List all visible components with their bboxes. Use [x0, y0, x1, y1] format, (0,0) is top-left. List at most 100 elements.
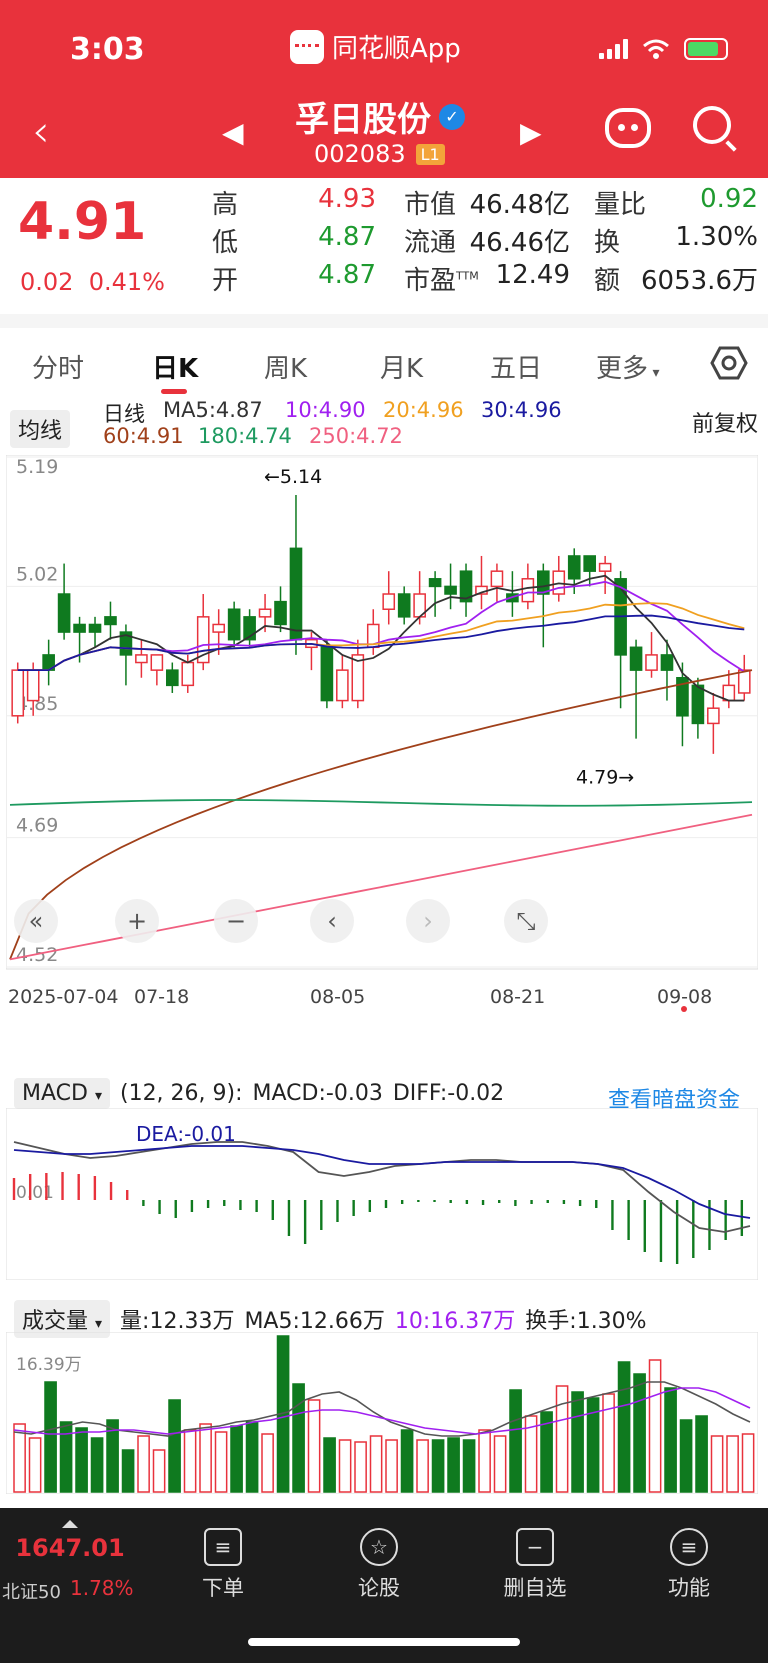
section-divider	[0, 314, 768, 328]
candle-body	[490, 570, 504, 588]
tab-more[interactable]: 更多 ▾	[596, 348, 660, 385]
ma60-label: 60:4.91	[103, 424, 184, 448]
open-row: 开 4.87	[212, 260, 376, 297]
candle-body	[707, 707, 720, 725]
macd-frame	[6, 1108, 758, 1280]
volume-bar	[431, 1439, 445, 1493]
candle-body	[521, 578, 535, 603]
candle-body	[598, 562, 612, 572]
low-annotation: 4.79→	[576, 766, 634, 788]
tab-monthly-k[interactable]: 月K	[380, 348, 423, 385]
x-tick-label: 09-08	[657, 986, 712, 1008]
x-tick-label: 2025-07-04	[8, 986, 118, 1008]
candle-body	[397, 593, 411, 618]
amount-label: 额	[594, 266, 621, 296]
chart-control-icon: ›	[423, 907, 433, 935]
index-name: 北证50	[2, 1582, 61, 1603]
volume-bar	[679, 1419, 693, 1493]
volume-value: 量:12.33万	[120, 1309, 235, 1334]
stock-title: 孚日股份 ✓	[295, 92, 465, 141]
order-label: 下单	[202, 1576, 244, 1600]
macd-chart[interactable]: 0.01	[6, 1108, 758, 1280]
volume-chart[interactable]: 16.39万	[6, 1332, 758, 1494]
candle-body	[382, 593, 396, 610]
open-label: 开	[212, 266, 239, 296]
candle-body	[629, 646, 643, 671]
index-widget[interactable]: 1647.01 北证50 1.78%	[0, 1520, 140, 1603]
volume-bar	[199, 1423, 212, 1493]
candle-body	[135, 654, 148, 664]
change-percent: 0.41%	[88, 268, 165, 296]
ma-selector-button[interactable]: 均线	[10, 410, 71, 448]
amount-row: 额 6053.6万	[594, 260, 758, 297]
volume-bar	[648, 1359, 662, 1493]
y-tick-label: 5.02	[16, 563, 58, 585]
status-time: 3:03	[70, 32, 145, 67]
tab-weekly-k[interactable]: 周K	[264, 348, 307, 385]
candle-body	[165, 669, 179, 687]
volume-bar	[416, 1439, 429, 1493]
tab-timeshare[interactable]: 分时	[32, 348, 84, 385]
volume-bar	[462, 1439, 476, 1493]
stock-name: 孚日股份	[295, 100, 431, 140]
ma250-label: 250:4.72	[309, 424, 403, 448]
expand-up-icon	[62, 1520, 78, 1528]
candle-body	[567, 555, 581, 580]
y-tick-label: 4.69	[16, 815, 58, 837]
adjust-mode-button[interactable]: 前复权	[692, 406, 758, 438]
dif-line	[13, 1141, 751, 1233]
order-button[interactable]: ≡ 下单	[178, 1528, 268, 1602]
diff-value: DIFF:-0.02	[392, 1081, 505, 1106]
change-value: 0.02	[20, 268, 74, 296]
app-name: 同花顺App	[332, 34, 461, 64]
function-button[interactable]: ≡ 功能	[644, 1528, 734, 1602]
assistant-robot-icon[interactable]	[605, 108, 651, 148]
status-bar: 3:03 同花顺App	[0, 26, 768, 76]
volume-bar	[28, 1437, 42, 1493]
volume-bar	[121, 1449, 135, 1493]
prev-stock-icon[interactable]: ◀	[222, 116, 244, 149]
high-row: 高 4.93	[212, 184, 376, 221]
volume-bar	[493, 1435, 507, 1493]
discuss-button[interactable]: ☆ 论股	[334, 1528, 424, 1602]
chart-tabs: 分时 日K 周K 月K 五日 更多 ▾	[0, 336, 768, 396]
wifi-icon	[643, 39, 669, 59]
index-value: 1647.01	[15, 1534, 125, 1562]
chart-control-icon: ‹	[327, 907, 337, 935]
volume-bar	[292, 1383, 305, 1493]
back-icon[interactable]: ‹	[32, 106, 50, 157]
order-icon: ≡	[204, 1528, 242, 1566]
current-price: 4.91	[18, 192, 147, 252]
remove-watch-button[interactable]: − 删自选	[490, 1528, 580, 1602]
price-change: 0.02 0.41%	[20, 268, 165, 296]
tab-daily-k[interactable]: 日K	[152, 348, 198, 385]
volume-bar	[741, 1433, 755, 1493]
volume-bar	[633, 1373, 646, 1493]
ma30-label: 30:4.96	[481, 398, 562, 422]
x-tick-label: 08-21	[490, 986, 545, 1008]
volratio-row: 量比 0.92	[594, 184, 758, 221]
x-tick-label: 08-05	[310, 986, 365, 1008]
search-icon[interactable]	[693, 106, 731, 144]
candle-body	[57, 593, 71, 633]
volume-bar	[664, 1387, 677, 1493]
pe-row: 市盈TTM 12.49	[404, 260, 570, 297]
tab-five-day[interactable]: 五日	[490, 348, 542, 385]
volume-bar	[354, 1441, 367, 1493]
next-stock-icon[interactable]: ▶	[520, 116, 542, 149]
candle-body	[645, 654, 658, 671]
signal-icon	[599, 39, 628, 59]
dea-line	[13, 1145, 751, 1219]
verified-icon: ✓	[439, 103, 465, 130]
settings-hexagon-icon[interactable]	[710, 344, 748, 382]
volume-bar	[617, 1361, 631, 1493]
y-tick-label: 5.19	[16, 456, 58, 478]
kline-chart[interactable]: 5.195.024.854.694.52←5.144.79→« + − ‹ › ⤡2025…	[6, 455, 758, 1015]
candle-body	[88, 623, 102, 633]
volratio-label: 量比	[594, 190, 647, 220]
volume-bar	[44, 1381, 57, 1493]
macd-selector-button[interactable]: MACD ▾	[14, 1078, 110, 1109]
app-title: 同花顺App	[290, 28, 461, 65]
chart-control-icon: −	[226, 907, 246, 935]
menu-icon: ≡	[670, 1528, 708, 1566]
